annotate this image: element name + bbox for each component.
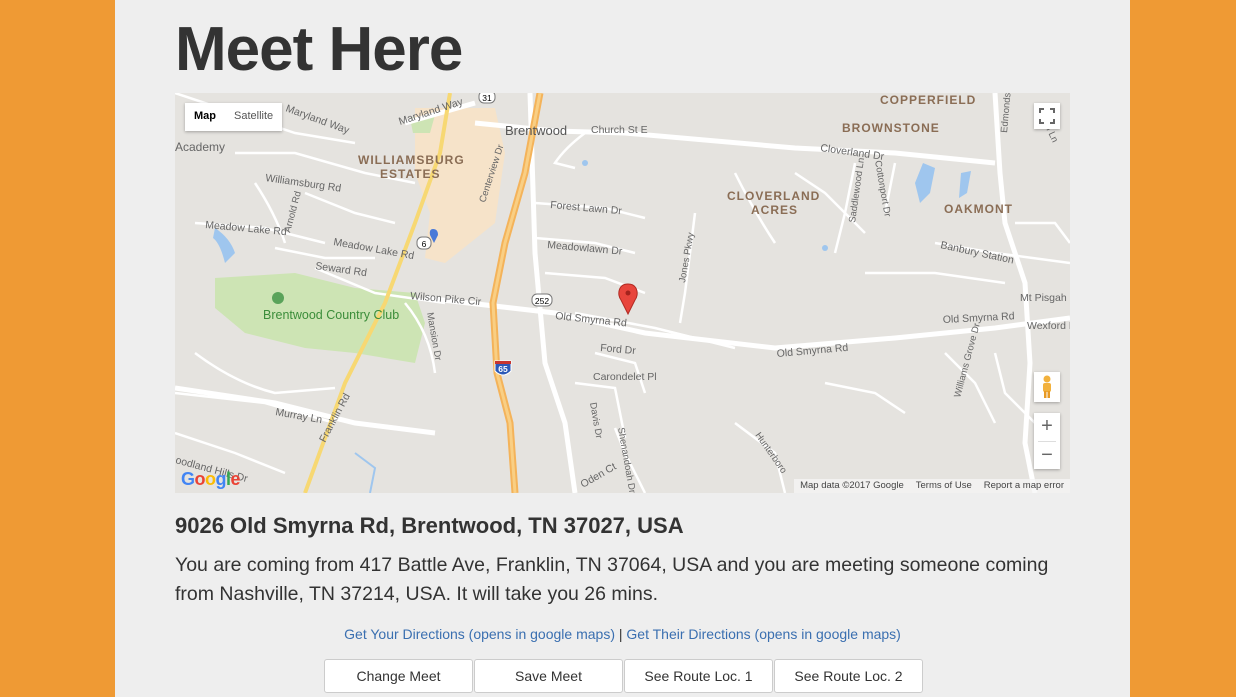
label-mt-pisgah: Mt Pisgah — [1020, 292, 1067, 304]
map-type-map-button[interactable]: Map — [185, 103, 225, 131]
label-academy: Academy — [175, 140, 225, 154]
label-banbury: Banbury Station — [939, 239, 1015, 266]
directions-links: Get Your Directions (opens in google map… — [115, 626, 1130, 642]
map-attribution: Map data ©2017 Google Terms of Use Repor… — [794, 479, 1070, 493]
zoom-control: + − — [1034, 413, 1060, 469]
shield-6: 6 — [422, 239, 427, 249]
fullscreen-button[interactable] — [1034, 103, 1060, 129]
label-davis-dr: Davis Dr — [587, 402, 604, 440]
map-type-control: Map Satellite — [185, 103, 283, 131]
map[interactable]: Academy Maryland Way Maryland Way Brentw… — [175, 93, 1070, 493]
see-route-1-button[interactable]: See Route Loc. 1 — [624, 659, 773, 693]
label-meadowlawn: Meadowlawn Dr — [547, 239, 624, 258]
report-error-link[interactable]: Report a map error — [978, 479, 1070, 493]
label-mansion-dr: Mansion Dr — [424, 312, 443, 362]
label-oakmont: OAKMONT — [944, 202, 1013, 216]
meet-address: 9026 Old Smyrna Rd, Brentwood, TN 37027,… — [175, 513, 684, 538]
google-logo[interactable]: Google — [181, 469, 241, 490]
pond — [959, 171, 971, 198]
label-church-st: Church St E — [591, 124, 648, 136]
shield-65: 65 — [498, 364, 508, 374]
label-copperfield: COPPERFIELD — [880, 93, 976, 107]
see-route-2-button[interactable]: See Route Loc. 2 — [774, 659, 923, 693]
meet-marker-icon[interactable] — [618, 283, 638, 316]
meet-description: You are coming from 417 Battle Ave, Fran… — [175, 554, 1049, 605]
label-brownstone: BROWNSTONE — [842, 121, 940, 135]
map-canvas[interactable]: Academy Maryland Way Maryland Way Brentw… — [175, 93, 1070, 493]
label-williamsburg-1: WILLIAMSBURG — [358, 153, 465, 167]
label-forest-lawn: Forest Lawn Dr — [550, 199, 623, 217]
label-edmondson: Edmondson — [999, 93, 1014, 133]
action-buttons: Change Meet Save Meet See Route Loc. 1 S… — [324, 659, 923, 693]
page-title: Meet Here — [175, 15, 463, 84]
street-view-button[interactable] — [1034, 372, 1060, 402]
label-arnold-rd: Arnold Rd — [282, 190, 304, 234]
save-meet-button[interactable]: Save Meet — [474, 659, 623, 693]
label-cloverland-1: CLOVERLAND — [727, 189, 820, 203]
label-brentwood: Brentwood — [505, 123, 567, 138]
fullscreen-icon — [1039, 108, 1055, 124]
label-country-club: Brentwood Country Club — [263, 308, 399, 322]
map-data-text: Map data ©2017 Google — [800, 480, 904, 491]
label-hunterboro: Hunterboro — [753, 430, 789, 475]
pegman-icon — [1043, 375, 1051, 398]
label-williamsburg-2: ESTATES — [380, 167, 441, 181]
label-cloverland-dr: Cloverland Dr — [820, 142, 886, 163]
label-cloverland-2: ACRES — [751, 203, 798, 217]
label-jones-pkwy: Jones Pkwy — [677, 231, 697, 283]
label-williamsburg-rd: Williamsburg Rd — [265, 172, 343, 195]
pond — [915, 163, 935, 203]
label-seward: Seward Rd — [315, 260, 368, 279]
zoom-out-button[interactable]: − — [1034, 442, 1060, 470]
link-separator: | — [614, 626, 627, 642]
label-shenandoah: Shenandoah Dr — [615, 427, 637, 493]
label-wilson-pike: Wilson Pike Cir — [410, 290, 482, 308]
zoom-in-button[interactable]: + — [1034, 413, 1060, 441]
their-directions-link[interactable]: Get Their Directions (opens in google ma… — [626, 626, 900, 642]
change-meet-button[interactable]: Change Meet — [324, 659, 473, 693]
label-murray: Murray Ln — [274, 406, 323, 426]
shield-252: 252 — [535, 296, 549, 306]
label-old-smyrna-1: Old Smyrna Rd — [555, 310, 628, 329]
label-wexford: Wexford D — [1027, 320, 1070, 332]
label-carondelet: Carondelet Pl — [593, 371, 657, 383]
main-panel: Meet Here Academy Maryland Way Maryland … — [115, 0, 1130, 697]
map-type-satellite-button[interactable]: Satellite — [225, 103, 282, 131]
golf-icon — [272, 292, 284, 304]
terms-link[interactable]: Terms of Use — [910, 479, 978, 493]
label-oden-ct: Oden Ct — [579, 461, 619, 491]
label-old-smyrna-3: Old Smyrna Rd — [943, 310, 1015, 326]
your-directions-link[interactable]: Get Your Directions (opens in google map… — [344, 626, 615, 642]
shield-31: 31 — [482, 93, 492, 103]
